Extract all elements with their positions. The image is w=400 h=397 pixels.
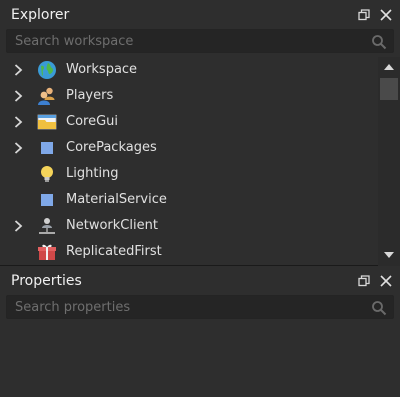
properties-list: [0, 321, 400, 397]
tree-item-label: CoreGui: [66, 114, 119, 129]
properties-titlebar: Properties: [0, 266, 400, 295]
explorer-float-icon[interactable]: [356, 7, 372, 23]
properties-search-input[interactable]: [7, 299, 393, 315]
tree-item-replicatedfirst[interactable]: ReplicatedFirst: [0, 239, 378, 265]
explorer-title: Explorer: [11, 6, 70, 23]
scrollbar-thumb[interactable]: [380, 78, 398, 100]
explorer-search-box[interactable]: [6, 29, 394, 53]
lightbulb-icon: [37, 164, 57, 184]
tree-item-label: MaterialService: [66, 192, 167, 207]
network-icon: [37, 216, 57, 236]
expand-arrow-icon[interactable]: [12, 64, 24, 76]
explorer-titlebar: Explorer: [0, 0, 400, 29]
tree-item-networkclient[interactable]: NetworkClient: [0, 213, 378, 239]
explorer-scrollbar[interactable]: [378, 57, 400, 266]
tree-item-label: Players: [66, 88, 114, 103]
globe-icon: [37, 60, 57, 80]
tree-item-label: NetworkClient: [66, 218, 158, 233]
properties-close-icon[interactable]: [378, 273, 394, 289]
expand-arrow-icon[interactable]: [12, 220, 24, 232]
tree-item-coregui[interactable]: CoreGui: [0, 109, 378, 135]
properties-panel: Properties: [0, 266, 400, 397]
explorer-close-icon[interactable]: [378, 7, 394, 23]
blue-square-icon: [37, 138, 57, 158]
tree-item-label: CorePackages: [66, 140, 157, 155]
explorer-tree: Workspace Players CoreGui CorePackages L…: [0, 57, 378, 266]
tree-item-label: ReplicatedFirst: [66, 244, 162, 259]
expand-arrow-icon[interactable]: [12, 116, 24, 128]
tree-item-label: Lighting: [66, 166, 119, 181]
blue-square-icon: [37, 190, 57, 210]
tree-item-players[interactable]: Players: [0, 83, 378, 109]
tree-item-materialservice[interactable]: MaterialService: [0, 187, 378, 213]
tree-item-label: Workspace: [66, 62, 138, 77]
scroll-up-arrow-icon[interactable]: [383, 62, 395, 72]
search-icon[interactable]: [371, 300, 387, 316]
players-icon: [37, 86, 57, 106]
tree-item-workspace[interactable]: Workspace: [0, 57, 378, 83]
expand-arrow-icon[interactable]: [12, 90, 24, 102]
tree-item-corepackages[interactable]: CorePackages: [0, 135, 378, 161]
properties-title: Properties: [11, 272, 82, 289]
search-icon[interactable]: [371, 34, 387, 50]
expand-arrow-icon[interactable]: [12, 142, 24, 154]
tree-item-lighting[interactable]: Lighting: [0, 161, 378, 187]
explorer-search-input[interactable]: [7, 33, 393, 49]
explorer-panel: Explorer Workspace: [0, 0, 400, 266]
properties-search-box[interactable]: [6, 295, 394, 319]
gift-icon: [37, 242, 57, 262]
properties-float-icon[interactable]: [356, 273, 372, 289]
scroll-down-arrow-icon[interactable]: [383, 250, 395, 260]
folder-icon: [37, 112, 57, 132]
